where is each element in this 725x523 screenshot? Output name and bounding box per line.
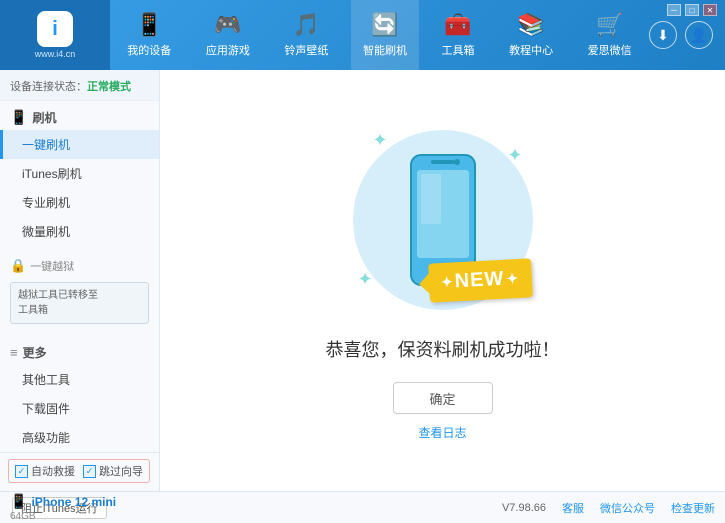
nav-item-smart-shop[interactable]: 🔄 智能刷机: [351, 0, 419, 70]
ringtones-icon: 🎵: [293, 12, 320, 38]
apps-games-icon: 🎮: [214, 12, 241, 38]
nav-item-apps-games[interactable]: 🎮 应用游戏: [194, 0, 262, 70]
smart-shop-icon: 🔄: [371, 12, 398, 38]
maximize-button[interactable]: □: [685, 4, 699, 16]
logo-text: www.i4.cn: [35, 49, 76, 59]
sidebar-item-wipe-flash[interactable]: 微量刷机: [0, 217, 159, 246]
my-device-icon: 📱: [136, 12, 163, 38]
star-right-icon: ✦: [506, 270, 519, 288]
weidian-icon: 🛒: [596, 12, 623, 38]
confirm-button[interactable]: 确定: [393, 382, 493, 414]
device-info: 📱 iPhone 12 mini 64GB Down-12mini-13,1: [0, 489, 159, 523]
version-text: V7.98.66: [502, 502, 546, 514]
jailbreak-title: 一键越狱: [30, 258, 74, 274]
visit-log-link[interactable]: 查看日志: [418, 424, 466, 441]
toolbox-icon: 🧰: [444, 12, 471, 38]
sidebar-item-itunes-flash[interactable]: iTunes刷机: [0, 159, 159, 188]
minimize-button[interactable]: －: [667, 4, 681, 16]
logo-icon: i: [37, 11, 73, 47]
checkbox-area: ✓ 自动救援 ✓ 跳过向导: [0, 452, 159, 489]
more-section-title: ≡ 更多: [0, 336, 159, 365]
nav-label-tutorial: 教程中心: [509, 42, 553, 58]
main-area: 设备连接状态：正常模式 📱 刷机 一键刷机 iTunes刷机 专业刷机 微量刷机…: [0, 70, 725, 491]
sparkle-icon-2: ✦: [507, 145, 522, 166]
nav-items: 📱 我的设备 🎮 应用游戏 🎵 铃声壁纸 🔄 智能刷机 🧰 工具箱 📚: [110, 0, 649, 70]
sidebar-item-advanced[interactable]: 高级功能: [0, 423, 159, 452]
checkbox-auto-rescue[interactable]: ✓ 自动救援: [15, 463, 75, 479]
device-name: 📱 iPhone 12 mini: [10, 493, 149, 510]
content-area: ✦ ✦ ✦: [160, 70, 725, 491]
nav-item-my-device[interactable]: 📱 我的设备: [115, 0, 183, 70]
connection-status: 设备连接状态：正常模式: [0, 70, 159, 101]
download-button[interactable]: ⬇: [649, 21, 677, 49]
flash-icon: 📱: [10, 109, 27, 126]
nav-label-smart-shop: 智能刷机: [363, 42, 407, 58]
sidebar-item-one-click-flash[interactable]: 一键刷机: [0, 130, 159, 159]
checkbox-skip-wizard[interactable]: ✓ 跳过向导: [83, 463, 143, 479]
device-name-text: iPhone 12 mini: [31, 495, 116, 509]
status-label: 设备连接状态：: [10, 81, 87, 93]
sparkle-icon-1: ✦: [373, 130, 388, 151]
service-link[interactable]: 客服: [562, 500, 584, 516]
nav-label-apps-games: 应用游戏: [206, 42, 250, 58]
header-right: ⬇ 👤: [649, 21, 725, 49]
check-update-link[interactable]: 检查更新: [671, 500, 715, 516]
window-controls: － □ ✕: [667, 4, 717, 16]
lock-icon: 🔒: [10, 258, 26, 274]
sparkle-icon-3: ✦: [358, 269, 373, 290]
checkbox-skip-wizard-label: 跳过向导: [99, 463, 143, 479]
flash-section-title: 📱 刷机: [0, 101, 159, 130]
device-phone-icon: 📱: [10, 493, 27, 510]
jailbreak-notice: 越狱工具已转移至工具箱: [10, 282, 149, 324]
sidebar: 设备连接状态：正常模式 📱 刷机 一键刷机 iTunes刷机 专业刷机 微量刷机…: [0, 70, 160, 491]
success-message: 恭喜您，保资料刷机成功啦！: [326, 336, 560, 362]
nav-item-weidian[interactable]: 🛒 爱思微信: [576, 0, 644, 70]
checkbox-auto-rescue-label: 自动救援: [31, 463, 75, 479]
wechat-link[interactable]: 微信公众号: [600, 500, 655, 516]
sidebar-item-other-tools[interactable]: 其他工具: [0, 365, 159, 394]
more-icon: ≡: [10, 345, 18, 360]
nav-item-toolbox[interactable]: 🧰 工具箱: [430, 0, 487, 70]
device-storage: 64GB: [10, 511, 149, 522]
new-badge: ✦ NEW ✦: [428, 258, 533, 302]
new-text: NEW: [455, 268, 506, 294]
checkbox-skip-wizard-box[interactable]: ✓: [83, 465, 96, 478]
logo-area: i www.i4.cn: [0, 0, 110, 70]
checkbox-auto-rescue-box[interactable]: ✓: [15, 465, 28, 478]
nav-label-my-device: 我的设备: [127, 42, 171, 58]
user-button[interactable]: 👤: [685, 21, 713, 49]
sidebar-item-download-firmware[interactable]: 下载固件: [0, 394, 159, 423]
flash-title: 刷机: [32, 109, 56, 126]
header: i www.i4.cn 📱 我的设备 🎮 应用游戏 🎵 铃声壁纸 🔄 智能刷机: [0, 0, 725, 70]
close-button[interactable]: ✕: [703, 4, 717, 16]
nav-label-weidian: 爱思微信: [588, 42, 632, 58]
nav-item-tutorial[interactable]: 📚 教程中心: [497, 0, 565, 70]
more-title: 更多: [23, 344, 47, 361]
nav-label-ringtones: 铃声壁纸: [284, 42, 328, 58]
tutorial-icon: 📚: [517, 12, 544, 38]
footer-right: V7.98.66 客服 微信公众号 检查更新: [502, 500, 725, 516]
star-left-icon: ✦: [441, 273, 454, 291]
status-value: 正常模式: [87, 81, 131, 93]
nav-item-ringtones[interactable]: 🎵 铃声壁纸: [272, 0, 340, 70]
nav-label-toolbox: 工具箱: [442, 42, 475, 58]
sidebar-item-pro-flash[interactable]: 专业刷机: [0, 188, 159, 217]
phone-illustration: ✦ ✦ ✦: [343, 120, 543, 320]
jailbreak-section: 🔒 一键越狱: [0, 254, 159, 278]
